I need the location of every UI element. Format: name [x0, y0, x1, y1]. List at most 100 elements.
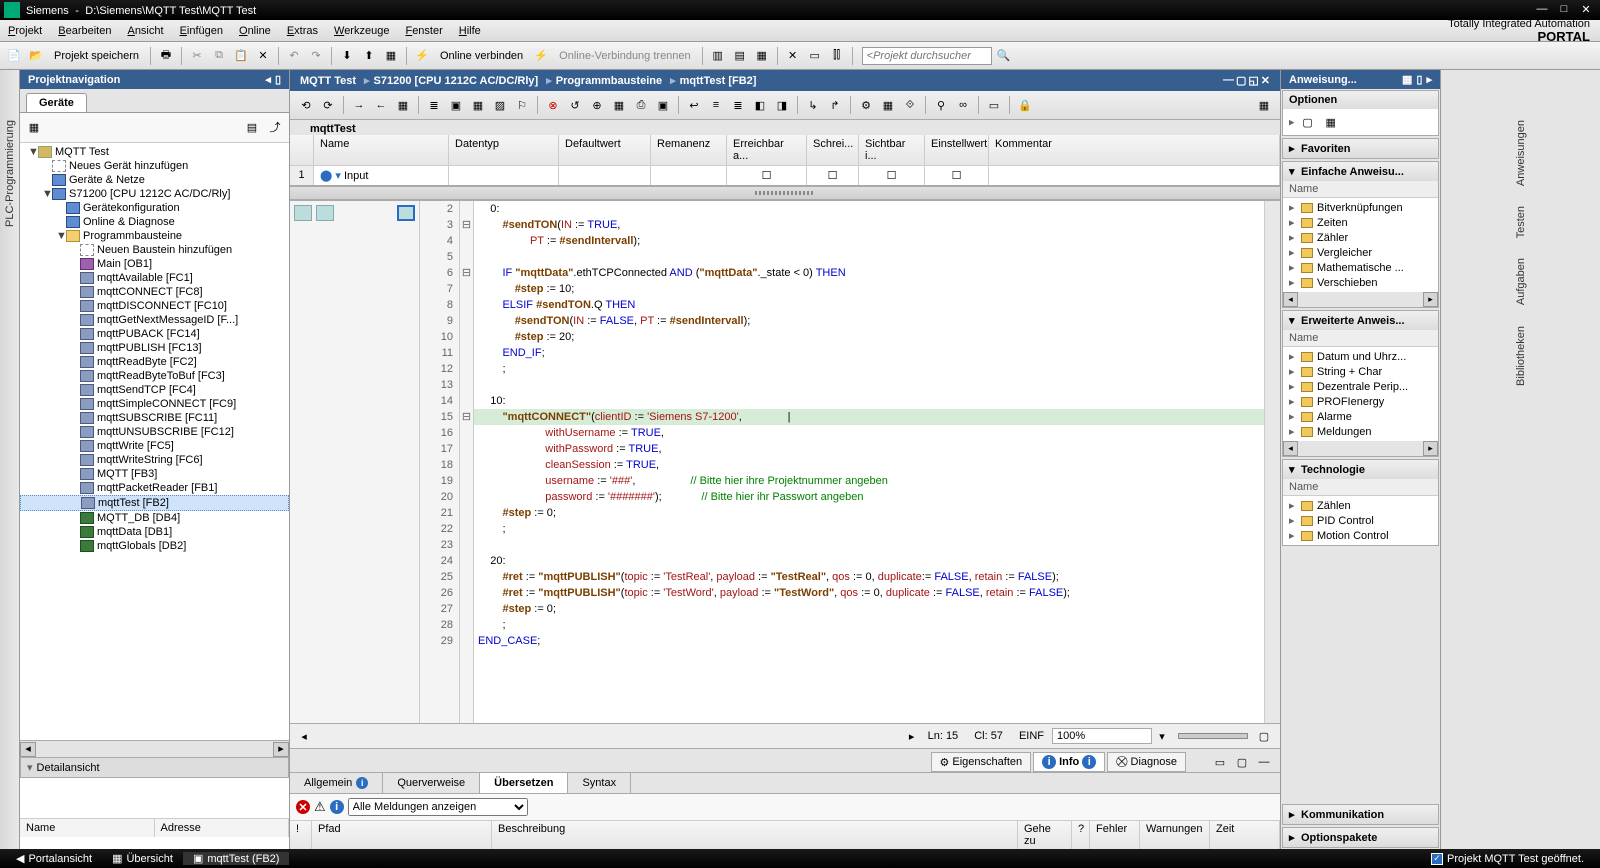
- edbtn-6[interactable]: ≣: [424, 95, 444, 115]
- tree-item[interactable]: ▼Programmbausteine: [20, 229, 289, 243]
- edbtn-7[interactable]: ▣: [446, 95, 466, 115]
- basic-instr-section[interactable]: ▾Einfache Anweisu...: [1283, 162, 1438, 181]
- info-filter-icon[interactable]: i: [330, 800, 344, 814]
- copy-icon[interactable]: ⧉: [209, 46, 229, 66]
- collapse-icon[interactable]: ▯: [275, 73, 281, 86]
- overview-button[interactable]: ▦ Übersicht: [102, 852, 183, 865]
- instr-item[interactable]: ▸String + Char: [1283, 364, 1438, 379]
- menu-werkzeuge[interactable]: Werkzeuge: [326, 23, 397, 39]
- tree-item[interactable]: mqttGetNextMessageID [F...]: [20, 313, 289, 327]
- plc-programming-tab[interactable]: PLC-Programmierung: [4, 110, 16, 237]
- ed-max-icon[interactable]: ◱: [1248, 74, 1258, 87]
- favorites-section[interactable]: ▸Favoriten: [1283, 139, 1438, 158]
- breadcrumb-item[interactable]: Programmbausteine: [556, 75, 662, 87]
- tree-item[interactable]: mqttReadByteToBuf [FC3]: [20, 369, 289, 383]
- edbtn-21[interactable]: ◨: [772, 95, 792, 115]
- edbtn-1[interactable]: ⟲: [296, 95, 316, 115]
- edbtn-24[interactable]: ⚙: [856, 95, 876, 115]
- tree-item[interactable]: mqttUNSUBSCRIBE [FC12]: [20, 425, 289, 439]
- edbtn-4[interactable]: ←: [371, 95, 391, 115]
- scroll-right-icon[interactable]: ▸: [904, 730, 920, 743]
- instr-item[interactable]: ▸PROFIenergy: [1283, 394, 1438, 409]
- menu-projekt[interactable]: Projekt: [0, 23, 50, 39]
- tree-toolbar-btn-2[interactable]: ▤: [242, 118, 262, 138]
- edbtn-14[interactable]: ▦: [609, 95, 629, 115]
- edbtn-17[interactable]: ↩: [684, 95, 704, 115]
- edbtn-13[interactable]: ⊕: [587, 95, 607, 115]
- iface-col[interactable]: Sichtbar i...: [859, 135, 925, 165]
- tree-item[interactable]: ▼MQTT Test: [20, 145, 289, 159]
- tree-item[interactable]: mqttTest [FB2]: [20, 495, 289, 511]
- edbtn-11[interactable]: ⊗: [543, 95, 563, 115]
- edbtn-19[interactable]: ≣: [728, 95, 748, 115]
- cross-ref-icon[interactable]: ✕: [783, 46, 803, 66]
- project-search-input[interactable]: [862, 47, 992, 65]
- edbtn-12[interactable]: ↺: [565, 95, 585, 115]
- bottom-tab-syntax[interactable]: Syntax: [568, 773, 631, 793]
- compile-icon[interactable]: ▦: [381, 46, 401, 66]
- scroll-left-icon[interactable]: ◂: [296, 730, 312, 743]
- right-btn-1[interactable]: ▦: [1402, 73, 1412, 86]
- close-button[interactable]: ✕: [1576, 3, 1596, 17]
- go-offline-icon[interactable]: ⚡: [531, 46, 551, 66]
- edbtn-settings[interactable]: ▦: [1254, 95, 1274, 115]
- tree-item[interactable]: mqttPUBACK [FC14]: [20, 327, 289, 341]
- opt-btn-2[interactable]: ▦: [1321, 112, 1341, 132]
- edbtn-29[interactable]: ▭: [984, 95, 1004, 115]
- portal-view-button[interactable]: ◀ Portalansicht: [6, 852, 102, 865]
- edbtn-28[interactable]: ∞: [953, 95, 973, 115]
- menu-bearbeiten[interactable]: Bearbeiten: [50, 23, 119, 39]
- tree-item[interactable]: mqttGlobals [DB2]: [20, 539, 289, 553]
- edbtn-22[interactable]: ↳: [803, 95, 823, 115]
- right-btn-3[interactable]: ▸: [1426, 73, 1432, 86]
- undo-icon[interactable]: ↶: [284, 46, 304, 66]
- iface-col[interactable]: Schrei...: [807, 135, 859, 165]
- ed-close-icon[interactable]: ✕: [1261, 74, 1270, 87]
- edbtn-16[interactable]: ▣: [653, 95, 673, 115]
- tree-item[interactable]: mqttReadByte [FC2]: [20, 355, 289, 369]
- edbtn-23[interactable]: ↱: [825, 95, 845, 115]
- network-view-btn-2[interactable]: [316, 205, 334, 221]
- print-icon[interactable]: 🖶: [156, 46, 176, 66]
- diagnostics-tab[interactable]: ⛒ Diagnose: [1107, 752, 1186, 772]
- edbtn-10[interactable]: ⚐: [512, 95, 532, 115]
- breadcrumb-item[interactable]: mqttTest [FB2]: [680, 75, 757, 87]
- instr-item[interactable]: ▸Zählen: [1283, 498, 1438, 513]
- tree-item[interactable]: Neues Gerät hinzufügen: [20, 159, 289, 173]
- tree-item[interactable]: mqttPacketReader [FB1]: [20, 481, 289, 495]
- minimize-button[interactable]: —: [1532, 3, 1552, 17]
- tree-item[interactable]: Gerätekonfiguration: [20, 201, 289, 215]
- network-view-btn-1[interactable]: [294, 205, 312, 221]
- go-online-icon[interactable]: ⚡: [412, 46, 432, 66]
- breadcrumb-item[interactable]: MQTT Test: [300, 75, 356, 87]
- edbtn-8[interactable]: ▦: [468, 95, 488, 115]
- redo-icon[interactable]: ↷: [306, 46, 326, 66]
- instr-item[interactable]: ▸Verschieben: [1283, 275, 1438, 290]
- devices-tab[interactable]: Geräte: [26, 93, 87, 112]
- zoom-slider[interactable]: [1178, 733, 1248, 739]
- ed-min-icon[interactable]: —: [1223, 74, 1234, 87]
- detail-col-name[interactable]: Name: [20, 819, 155, 837]
- tree-item[interactable]: mqttSendTCP [FC4]: [20, 383, 289, 397]
- breadcrumb-item[interactable]: S71200 [CPU 1212C AC/DC/Rly]: [374, 75, 539, 87]
- new-project-icon[interactable]: 📄: [4, 46, 24, 66]
- right-tab-bibliotheken[interactable]: Bibliotheken: [1515, 316, 1527, 396]
- network-view-btn-3[interactable]: [397, 205, 415, 221]
- tree-item[interactable]: Online & Diagnose: [20, 215, 289, 229]
- edbtn-9[interactable]: ▨: [490, 95, 510, 115]
- vscroll[interactable]: [1264, 201, 1280, 723]
- iface-col[interactable]: Einstellwert: [925, 135, 989, 165]
- detail-col-addr[interactable]: Adresse: [155, 819, 290, 837]
- menu-extras[interactable]: Extras: [279, 23, 326, 39]
- iface-col[interactable]: Remanenz: [651, 135, 727, 165]
- tree-toolbar-btn-3[interactable]: ⤴: [265, 117, 285, 137]
- tree-item[interactable]: Geräte & Netze: [20, 173, 289, 187]
- iface-col[interactable]: Datentyp: [449, 135, 559, 165]
- tree-item[interactable]: mqttDISCONNECT [FC10]: [20, 299, 289, 313]
- bottom-tab-allgemein[interactable]: Allgemein i: [290, 773, 383, 793]
- right-tab-anweisungen[interactable]: Anweisungen: [1515, 110, 1527, 196]
- zoom-input[interactable]: [1052, 728, 1152, 744]
- instr-item[interactable]: ▸Meldungen: [1283, 424, 1438, 439]
- aux-split-icon[interactable]: —: [1254, 752, 1274, 772]
- edbtn-18[interactable]: ≡: [706, 95, 726, 115]
